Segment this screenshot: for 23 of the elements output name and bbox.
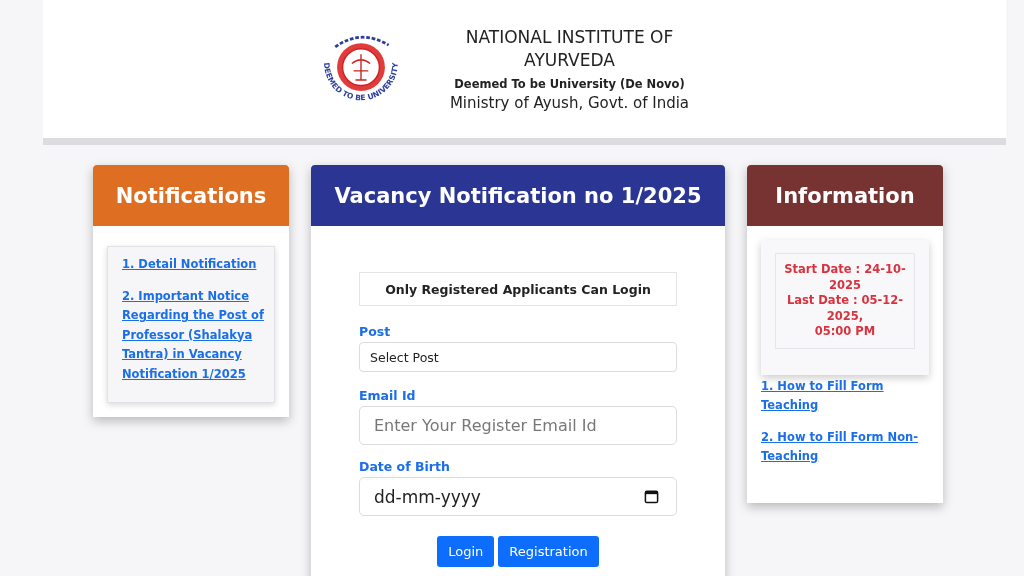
guide-link[interactable]: 2. How to Fill Form Non-Teaching [761,427,929,467]
card-header: Notifications [93,165,289,226]
guide-link[interactable]: 1. How to Fill Form Teaching [761,376,929,416]
card-header: Vacancy Notification no 1/2025 [311,165,725,226]
ministry-text: Ministry of Ayush, Govt. of India [449,93,690,112]
date-field[interactable]: dd-mm-yyyy [359,477,677,516]
email-field[interactable]: Enter Your Register Email Id [359,406,677,445]
notification-link[interactable]: 1. Detail Notification [122,255,264,275]
form-button[interactable]: Login [437,536,495,567]
card-header: Information [747,165,943,226]
login-notice: Only Registered Applicants Can Login [359,272,677,306]
institute-subtitle: Deemed To be University (De Novo) [454,76,685,91]
form-button[interactable]: Registration [498,536,599,567]
date-text: Last Date : 05-12-2025, [785,293,905,324]
post-select[interactable]: Select Post [359,342,677,372]
date-text: 05:00 PM [813,324,877,340]
field-label: Post [359,324,392,339]
calendar-icon [644,489,659,504]
notification-link[interactable]: 2. Important Notice Regarding the Post of Professor (Shalakya Tantra) in Vacancy Notification 1/2025 [122,286,264,384]
institute-title: NATIONAL INSTITUTE OF AYURVEDA [464,26,675,72]
field-label: Date of Birth [359,459,451,474]
date-text: Start Date : 24-10-2025 [783,262,907,293]
field-label: Email Id [359,388,417,403]
